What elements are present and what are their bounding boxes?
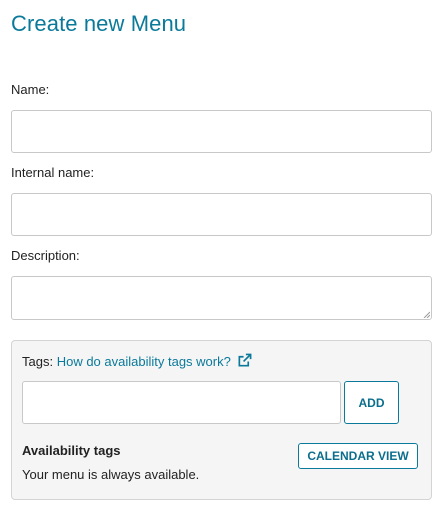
availability-tags-heading: Availability tags: [22, 443, 121, 458]
description-textarea[interactable]: [11, 276, 432, 320]
page-title: Create new Menu: [11, 11, 187, 36]
resize-grip-icon[interactable]: [423, 311, 430, 318]
tags-header: Tags: How do availability tags work?: [22, 353, 252, 369]
availability-status-text: Your menu is always available.: [22, 467, 200, 482]
add-tag-button[interactable]: ADD: [344, 381, 399, 424]
external-link-icon: [238, 353, 252, 367]
tag-input[interactable]: [22, 381, 341, 424]
calendar-view-button[interactable]: CALENDAR VIEW: [298, 443, 418, 469]
name-input[interactable]: [11, 110, 432, 153]
internal-name-label: Internal name:: [11, 165, 95, 180]
availability-help-link[interactable]: How do availability tags work?: [56, 353, 253, 369]
name-label: Name:: [11, 82, 50, 97]
description-label: Description:: [11, 248, 80, 263]
internal-name-input[interactable]: [11, 193, 432, 236]
tags-label: Tags:: [22, 354, 54, 369]
tags-panel: Tags: How do availability tags work? ADD…: [11, 340, 432, 500]
availability-help-link-text: How do availability tags work?: [56, 354, 231, 369]
create-menu-form: Create new Menu Name: Internal name: Des…: [0, 0, 445, 520]
